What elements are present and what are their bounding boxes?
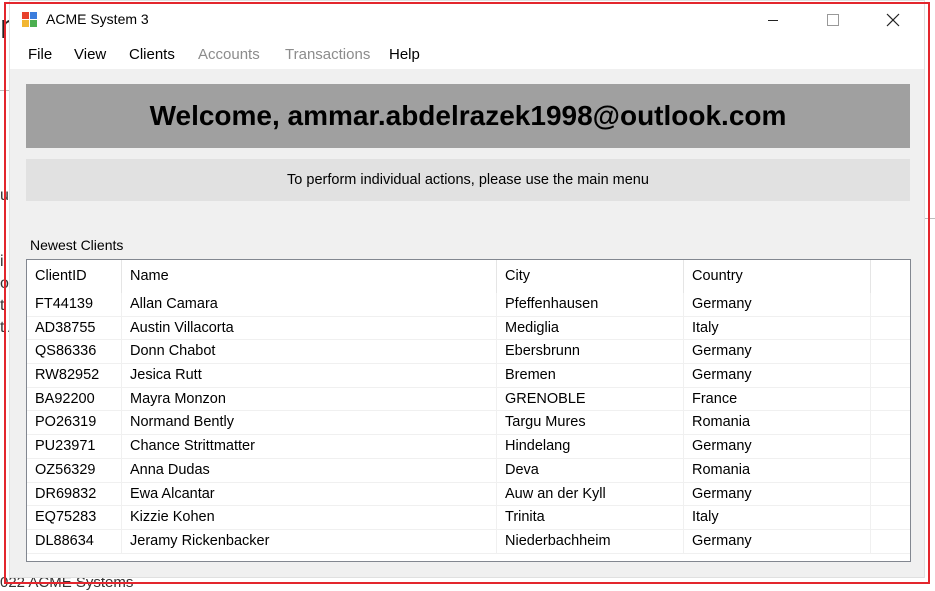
table-cell-name: Allan Camara	[122, 293, 497, 317]
table-cell-clientid: DL88634	[27, 529, 122, 554]
table-cell-clientid: BA92200	[27, 387, 122, 412]
table-cell-city: Auw an der Kyll	[497, 482, 684, 507]
table-row[interactable]: DR69832 Ewa Alcantar Auw an der Kyll German…	[27, 482, 910, 507]
menu-accounts[interactable]: Accounts	[198, 46, 260, 63]
table-cell-name: Kizzie Kohen	[122, 506, 497, 530]
background-divider	[0, 90, 9, 91]
table-cell-clientid: QS86336	[27, 340, 122, 365]
table-row[interactable]: QS86336 Donn Chabot Ebersbrunn Germany	[27, 340, 910, 365]
welcome-text: Welcome, ammar.abdelrazek1998@outlook.co…	[149, 100, 787, 131]
table-row[interactable]: OZ56329 Anna Dudas Deva Romania	[27, 458, 910, 483]
table-cell-clientid: DR69832	[27, 482, 122, 507]
column-header-city[interactable]: City	[497, 260, 684, 293]
table-cell-clientid: PU23971	[27, 435, 122, 459]
column-header-name[interactable]: Name	[122, 260, 497, 293]
maximize-button[interactable]	[810, 1, 856, 39]
table-row[interactable]: RW82952 Jesica Rutt Bremen Germany	[27, 364, 910, 388]
table-cell-country: Italy	[684, 316, 871, 341]
table-row[interactable]: AD38755 Austin Villacorta Mediglia Italy	[27, 316, 910, 341]
welcome-banner: Welcome, ammar.abdelrazek1998@outlook.co…	[26, 84, 910, 148]
clients-grid[interactable]: ClientID Name City Country FT44139 Allan …	[26, 259, 911, 562]
table-cell-name: Jeramy Rickenbacker	[122, 529, 497, 554]
column-header-country[interactable]: Country	[684, 260, 871, 293]
menu-clients[interactable]: Clients	[129, 46, 175, 63]
app-window: ACME System 3 File View Clients Accounts…	[9, 0, 925, 578]
window-title: ACME System 3	[46, 11, 149, 27]
table-cell-clientid: RW82952	[27, 364, 122, 388]
table-cell-city: Mediglia	[497, 316, 684, 341]
table-cell-city: Deva	[497, 458, 684, 483]
column-header-clientid[interactable]: ClientID	[27, 260, 122, 293]
table-cell-country: Germany	[684, 482, 871, 507]
table-cell-name: Ewa Alcantar	[122, 482, 497, 507]
minimize-icon	[768, 20, 778, 21]
table-cell-name: Austin Villacorta	[122, 316, 497, 341]
table-cell-city: GRENOBLE	[497, 387, 684, 412]
table-row[interactable]: EQ75283 Kizzie Kohen Trinita Italy	[27, 506, 910, 530]
newest-clients-label: Newest Clients	[30, 237, 124, 253]
table-cell-country: Germany	[684, 340, 871, 365]
table-cell-city: Bremen	[497, 364, 684, 388]
table-cell-city: Targu Mures	[497, 411, 684, 436]
table-cell-country: Romania	[684, 458, 871, 483]
table-cell-name: Normand Bently	[122, 411, 497, 436]
menu-view[interactable]: View	[74, 46, 106, 63]
table-row[interactable]: PO26319 Normand Bently Targu Mures Romania	[27, 411, 910, 436]
table-cell-name: Chance Strittmatter	[122, 435, 497, 459]
table-cell-city: Trinita	[497, 506, 684, 530]
table-cell-clientid: AD38755	[27, 316, 122, 341]
table-cell-clientid: OZ56329	[27, 458, 122, 483]
table-cell-country: Germany	[684, 293, 871, 317]
table-cell-country: Italy	[684, 506, 871, 530]
table-cell-name: Donn Chabot	[122, 340, 497, 365]
table-cell-city: Pfeffenhausen	[497, 293, 684, 317]
table-cell-country: Germany	[684, 529, 871, 554]
table-cell-city: Hindelang	[497, 435, 684, 459]
table-cell-country: France	[684, 387, 871, 412]
info-bar: To perform individual actions, please us…	[26, 159, 910, 201]
title-bar[interactable]: ACME System 3	[10, 1, 924, 39]
minimize-button[interactable]	[750, 1, 796, 39]
menu-bar: File View Clients Accounts Transactions …	[10, 39, 924, 69]
app-icon	[22, 12, 38, 28]
maximize-icon	[827, 14, 839, 26]
menu-transactions[interactable]: Transactions	[285, 46, 370, 63]
table-cell-name: Jesica Rutt	[122, 364, 497, 388]
table-cell-city: Ebersbrunn	[497, 340, 684, 365]
info-text: To perform individual actions, please us…	[287, 172, 649, 188]
table-cell-country: Germany	[684, 435, 871, 459]
close-icon	[886, 13, 900, 27]
table-cell-country: Romania	[684, 411, 871, 436]
table-row[interactable]: BA92200 Mayra Monzon GRENOBLE France	[27, 387, 910, 412]
table-row[interactable]: DL88634 Jeramy Rickenbacker Niederbachheim…	[27, 529, 910, 554]
table-cell-clientid: FT44139	[27, 293, 122, 317]
table-cell-clientid: PO26319	[27, 411, 122, 436]
table-row[interactable]: PU23971 Chance Strittmatter Hindelang Germa…	[27, 435, 910, 459]
grid-header: ClientID Name City Country	[27, 260, 910, 293]
menu-help[interactable]: Help	[389, 46, 420, 63]
table-cell-country: Germany	[684, 364, 871, 388]
table-row[interactable]: FT44139 Allan Camara Pfeffenhausen Germany	[27, 293, 910, 317]
table-cell-name: Anna Dudas	[122, 458, 497, 483]
background-divider	[925, 218, 935, 219]
table-cell-clientid: EQ75283	[27, 506, 122, 530]
table-cell-city: Niederbachheim	[497, 529, 684, 554]
menu-file[interactable]: File	[28, 46, 52, 63]
grid-rows: FT44139 Allan Camara Pfeffenhausen Germany A…	[27, 293, 910, 554]
close-button[interactable]	[870, 1, 916, 39]
table-cell-name: Mayra Monzon	[122, 387, 497, 412]
